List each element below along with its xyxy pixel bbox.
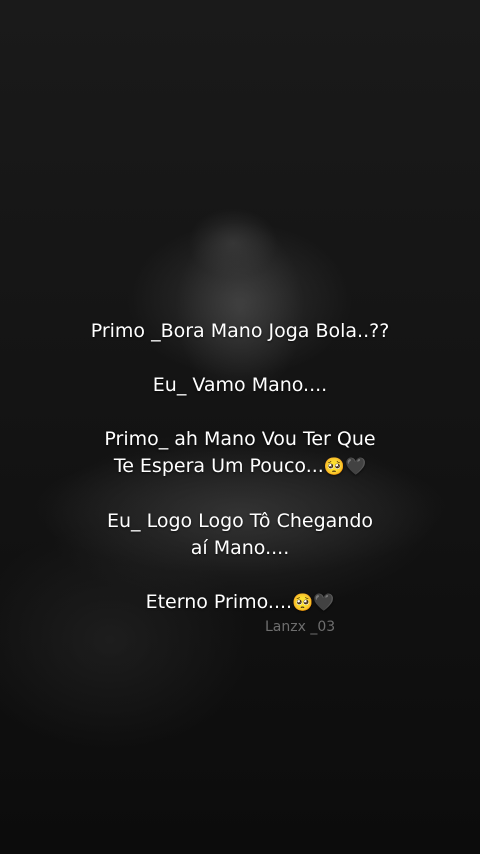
quote-line-6: aí Mano.... (190, 537, 290, 559)
person-head-silhouette (188, 208, 278, 278)
black-heart-icon: 🖤 (313, 593, 335, 613)
pleading-face-icon: 🥺 (323, 457, 345, 477)
quote-line-4-text: Te Espera Um Pouco... (113, 455, 324, 477)
quote-line-1: Primo _Bora Mano Joga Bola..?? (90, 320, 390, 342)
quote-line-3: Primo_ ah Mano Vou Ter Que (104, 428, 376, 450)
quote-line-7: Eterno Primo....🥺🖤 (0, 589, 480, 617)
quote-line-2: Eu_ Vamo Mano.... (152, 374, 328, 396)
quote-line-4: Te Espera Um Pouco...🥺🖤 (0, 453, 480, 481)
quote-text: Primo _Bora Mano Joga Bola..?? Eu_ Vamo … (0, 318, 480, 617)
black-heart-icon: 🖤 (345, 457, 367, 477)
pleading-face-icon: 🥺 (292, 593, 314, 613)
watermark: Lanzx _03 (265, 619, 336, 635)
quote-line-5: Eu_ Logo Logo Tô Chegando (107, 510, 373, 532)
quote-line-7-text: Eterno Primo.... (145, 591, 293, 613)
